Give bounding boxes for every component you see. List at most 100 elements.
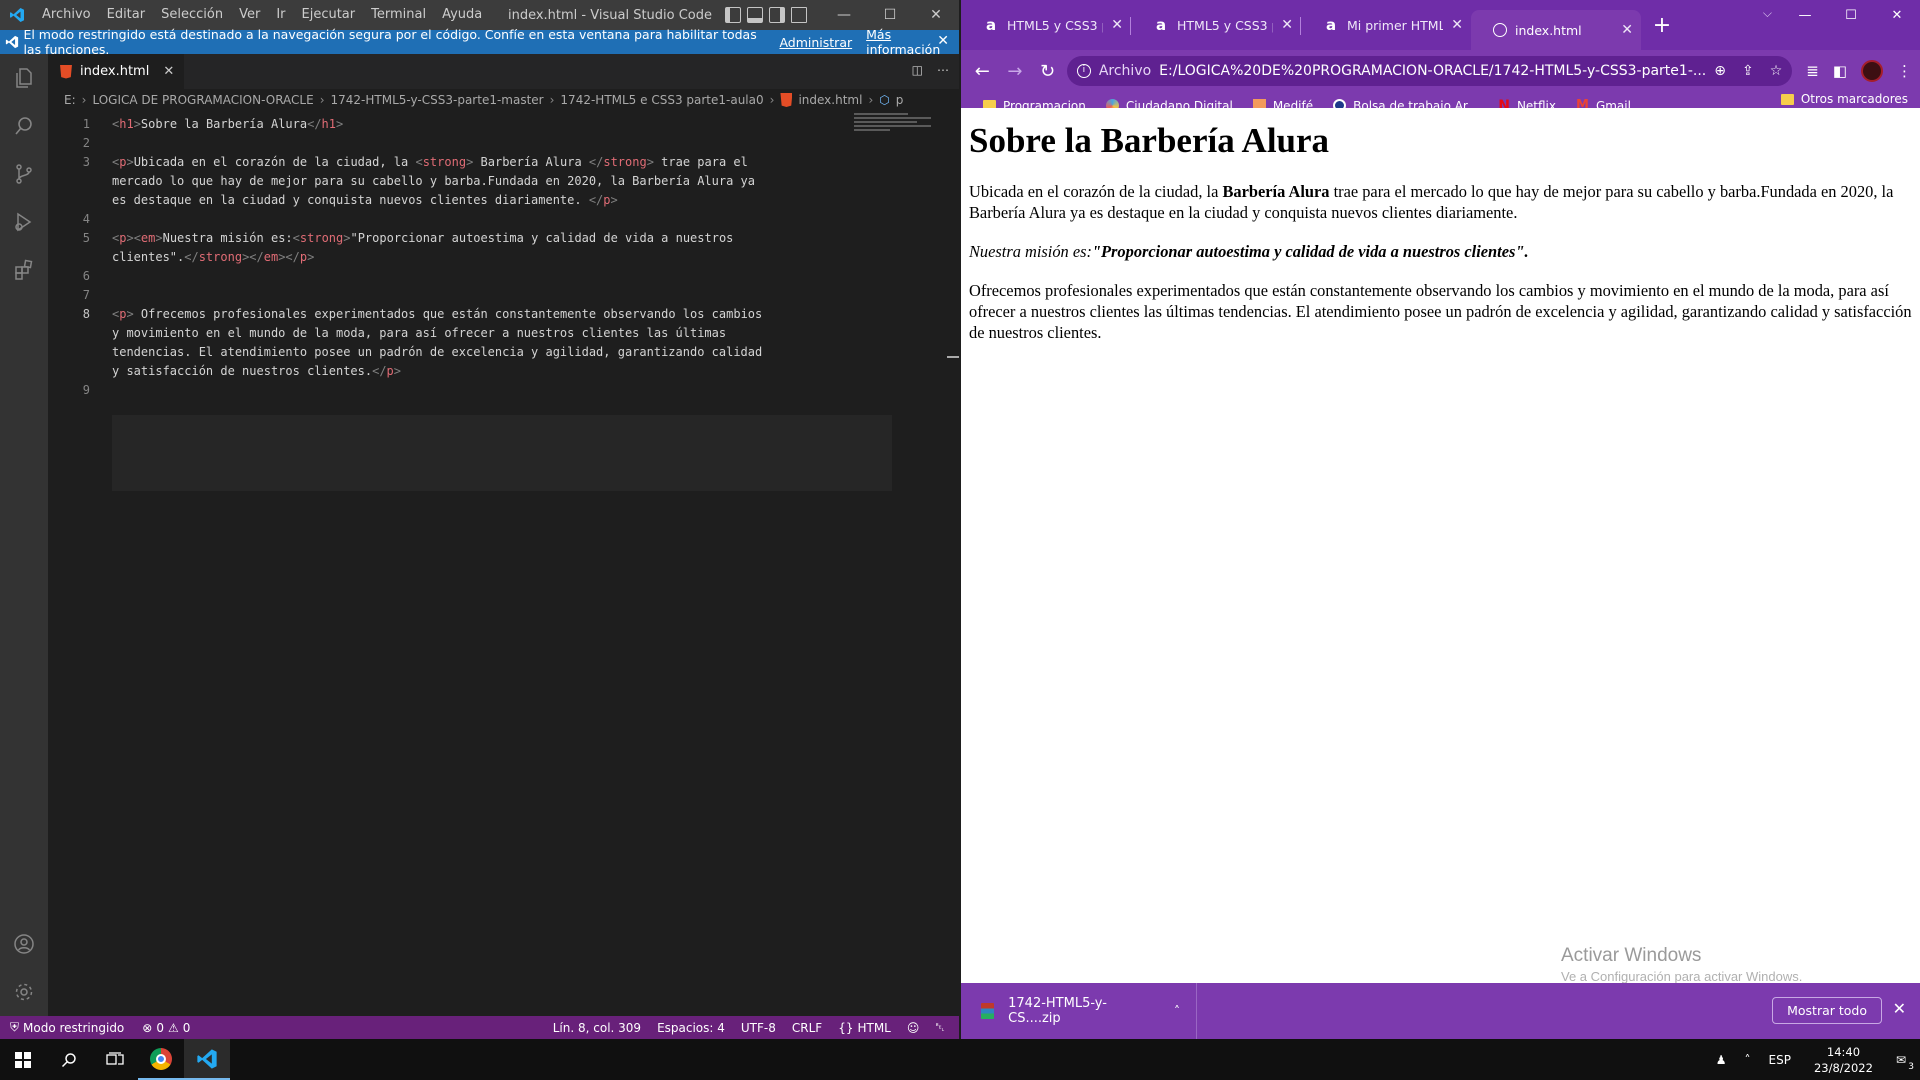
close-button[interactable]: ✕ [1874, 0, 1920, 30]
code-line[interactable]: 7 [48, 286, 959, 305]
language-indicator[interactable]: ESP [1760, 1039, 1800, 1080]
site-info-icon[interactable]: i [1076, 64, 1091, 78]
menu-ejecutar[interactable]: Ejecutar [294, 0, 364, 30]
back-button[interactable]: ← [969, 57, 996, 85]
tab-close-icon[interactable]: ✕ [1451, 17, 1463, 33]
people-icon[interactable]: ♟ [1707, 1039, 1736, 1080]
banner-manage-link[interactable]: Administrar [779, 35, 852, 50]
indentation[interactable]: Espacios: 4 [649, 1016, 733, 1039]
side-panel-icon[interactable]: ◧ [1833, 62, 1847, 80]
code-line[interactable]: clientes".</strong></em></p> [48, 248, 959, 267]
breadcrumb-item[interactable]: p [896, 93, 904, 107]
new-tab-button[interactable]: + [1647, 0, 1677, 50]
tab-search-icon[interactable]: ⌵ [1763, 6, 1772, 21]
share-icon[interactable]: ⇪ [1742, 63, 1754, 79]
menu-editar[interactable]: Editar [99, 0, 154, 30]
close-button[interactable]: ✕ [913, 0, 959, 30]
chrome-taskbar-icon[interactable] [138, 1039, 184, 1080]
notifications-bell-icon[interactable]: ␇ [927, 1016, 953, 1039]
other-bookmarks[interactable]: Otros marcadores [1780, 92, 1920, 106]
breadcrumb-item[interactable]: index.html [798, 93, 862, 107]
feedback-icon[interactable]: ☺ [899, 1016, 928, 1039]
accounts-icon[interactable] [0, 920, 48, 968]
menu-ir[interactable]: Ir [268, 0, 293, 30]
settings-gear-icon[interactable] [0, 968, 48, 1016]
code-line[interactable]: tendencias. El atendimiento posee un pad… [48, 343, 959, 362]
search-icon[interactable] [0, 102, 48, 150]
language-mode[interactable]: {} HTML [830, 1016, 899, 1039]
cursor-position[interactable]: Lín. 8, col. 309 [545, 1016, 649, 1039]
code-line[interactable]: y satisfacción de nuestros clientes.</p> [48, 362, 959, 381]
chevron-up-icon[interactable]: ˄ [1736, 1039, 1760, 1080]
breadcrumb-item[interactable]: 1742-HTML5-y-CSS3-parte1-master [331, 93, 544, 107]
customize-layout-icon[interactable] [791, 7, 807, 23]
download-item[interactable]: 1742-HTML5-y-CS....zip ˄ [961, 983, 1197, 1039]
toggle-secondary-sidebar-icon[interactable] [769, 7, 785, 23]
address-bar[interactable]: i Archivo E:/LOGICA%20DE%20PROGRAMACION-… [1066, 56, 1793, 86]
split-editor-icon[interactable]: ◫ [912, 63, 923, 77]
code-line[interactable]: 3 <p>Ubicada en el corazón de la ciudad, … [48, 153, 959, 172]
menu-ver[interactable]: Ver [231, 0, 268, 30]
tab-close-icon[interactable]: ✕ [1281, 17, 1293, 33]
menu-terminal[interactable]: Terminal [363, 0, 434, 30]
toggle-panel-icon[interactable] [747, 7, 763, 23]
code-line[interactable]: 1 <h1>Sobre la Barbería Alura</h1> [48, 115, 959, 134]
chrome-tab[interactable]: a HTML5 y CSS3 parte ✕ [1131, 0, 1301, 50]
close-downloads-icon[interactable]: ✕ [1893, 999, 1906, 1018]
menu-archivo[interactable]: Archivo [34, 0, 99, 30]
maximize-button[interactable]: ☐ [1828, 0, 1874, 30]
chevron-up-icon[interactable]: ˄ [1174, 1004, 1180, 1018]
maximize-button[interactable]: ☐ [867, 0, 913, 30]
chrome-tab-active[interactable]: index.html ✕ [1471, 10, 1641, 50]
chrome-tab[interactable]: a HTML5 y CSS3 parte ✕ [961, 0, 1131, 50]
menu-seleccion[interactable]: Selección [153, 0, 231, 30]
url-text[interactable]: E:/LOGICA%20DE%20PROGRAMACION-ORACLE/174… [1159, 63, 1706, 79]
code-line[interactable]: 5 <p><em>Nuestra misión es:<strong>"Propo… [48, 229, 959, 248]
breadcrumb-item[interactable]: E: [64, 93, 76, 107]
code-line[interactable]: 9 [48, 381, 959, 400]
extensions-icon[interactable] [0, 246, 48, 294]
code-line[interactable]: 8 <p> Ofrecemos profesionales experimenta… [48, 305, 959, 324]
code-line[interactable]: y movimiento en el mundo de la moda, par… [48, 324, 959, 343]
explorer-icon[interactable] [0, 54, 48, 102]
breadcrumb-item[interactable]: 1742-HTML5 e CSS3 parte1-aula0 [560, 93, 763, 107]
code-line[interactable]: 2 [48, 134, 959, 153]
search-icon[interactable] [46, 1039, 92, 1080]
end-of-line[interactable]: CRLF [784, 1016, 830, 1039]
notification-center-icon[interactable]: ✉ 3 [1887, 1039, 1920, 1080]
reload-button[interactable]: ↻ [1034, 57, 1061, 85]
restricted-mode-status[interactable]: ⛨ Modo restringido [0, 1016, 135, 1039]
show-all-downloads-button[interactable]: Mostrar todo [1772, 997, 1882, 1024]
problems-status[interactable]: ⊗ 0 ⚠ 0 [134, 1016, 198, 1039]
banner-close-icon[interactable]: ✕ [937, 33, 949, 49]
profile-avatar[interactable] [1861, 60, 1884, 82]
tab-index-html[interactable]: index.html ✕ [48, 54, 185, 89]
zoom-icon[interactable]: ⊕ [1714, 63, 1726, 79]
tab-close-icon[interactable]: ✕ [1621, 22, 1633, 38]
source-control-icon[interactable] [0, 150, 48, 198]
clock[interactable]: 14:40 23/8/2022 [1800, 1044, 1887, 1076]
run-debug-icon[interactable] [0, 198, 48, 246]
more-actions-icon[interactable]: ⋯ [937, 63, 949, 77]
minimize-button[interactable]: — [1782, 0, 1828, 30]
encoding[interactable]: UTF-8 [733, 1016, 784, 1039]
code-line[interactable]: mercado lo que hay de mejor para su cabe… [48, 172, 959, 191]
start-button[interactable] [0, 1039, 46, 1080]
toggle-sidebar-icon[interactable] [725, 7, 741, 23]
tab-close-icon[interactable]: ✕ [163, 64, 174, 79]
code-line[interactable]: 6 [48, 267, 959, 286]
minimap[interactable] [854, 111, 944, 137]
code-line[interactable]: 4 [48, 210, 959, 229]
chrome-menu-icon[interactable]: ⋮ [1897, 62, 1912, 80]
vscode-taskbar-icon[interactable] [184, 1039, 230, 1080]
tab-close-icon[interactable]: ✕ [1111, 17, 1123, 33]
code-line[interactable]: es destaque en la ciudad y conquista nue… [48, 191, 959, 210]
forward-button[interactable]: → [1002, 57, 1029, 85]
media-controls-icon[interactable]: ≣ [1806, 62, 1819, 80]
task-view-icon[interactable] [92, 1039, 138, 1080]
bookmark-star-icon[interactable]: ☆ [1770, 63, 1783, 79]
chrome-tab[interactable]: a Mi primer HTML 5 | ✕ [1301, 0, 1471, 50]
minimize-button[interactable]: — [821, 0, 867, 30]
code-editor[interactable]: 1 <h1>Sobre la Barbería Alura</h1> 2 3 <p>Ub… [48, 111, 959, 1016]
breadcrumb-item[interactable]: LOGICA DE PROGRAMACION-ORACLE [92, 93, 313, 107]
